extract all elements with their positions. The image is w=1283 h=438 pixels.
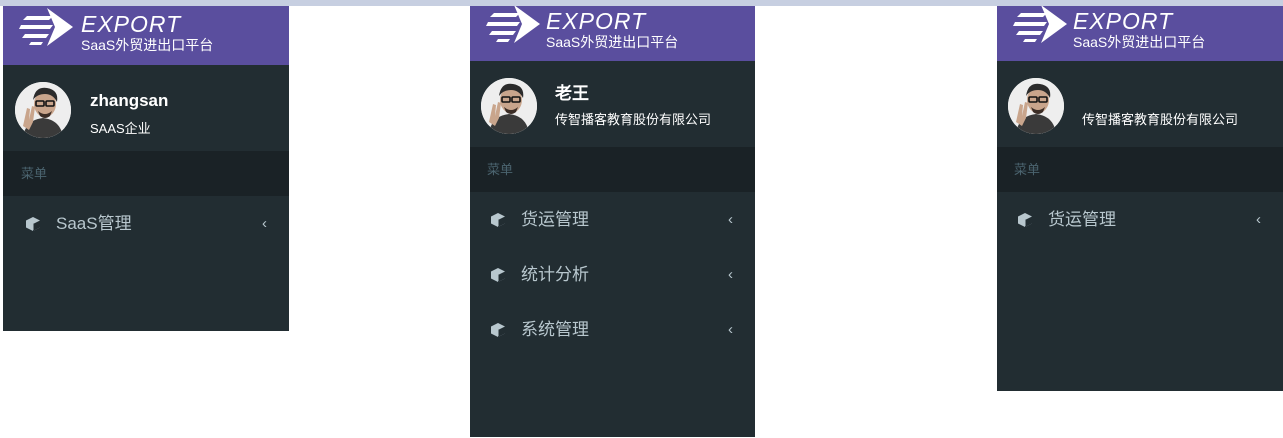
user-panel: 老王 传智播客教育股份有限公司 bbox=[470, 61, 755, 147]
avatar[interactable] bbox=[481, 78, 537, 134]
brand-word: EXPORT bbox=[1073, 8, 1174, 34]
export-logo-icon bbox=[1013, 6, 1069, 45]
brand-header[interactable]: EXPORT SaaS外贸进出口平台 bbox=[470, 6, 755, 61]
menu-item-saas-management[interactable]: SaaS管理 ‹ bbox=[3, 196, 289, 251]
sidebar-panel-2: EXPORT SaaS外贸进出口平台 老王 传智播客教育股份有限公司 菜单 货运… bbox=[470, 6, 755, 437]
menu-item-label: SaaS管理 bbox=[56, 214, 132, 233]
menu-item-statistics[interactable]: 统计分析 ‹ bbox=[470, 247, 755, 302]
cube-icon bbox=[490, 212, 506, 228]
menu-header: 菜单 bbox=[997, 147, 1283, 192]
avatar[interactable] bbox=[15, 82, 71, 138]
brand-subtitle: SaaS外贸进出口平台 bbox=[1073, 34, 1206, 50]
cube-icon bbox=[490, 322, 506, 338]
menu-item-freight-management[interactable]: 货运管理 ‹ bbox=[470, 192, 755, 247]
chevron-left-icon: ‹ bbox=[728, 321, 733, 338]
cube-icon bbox=[490, 267, 506, 283]
user-panel: zhangsan SAAS企业 bbox=[3, 65, 289, 151]
brand-word: EXPORT bbox=[546, 8, 647, 34]
user-company: SAAS企业 bbox=[90, 121, 151, 136]
export-logo-icon bbox=[19, 6, 75, 48]
menu-item-system-management[interactable]: 系统管理 ‹ bbox=[470, 302, 755, 357]
menu-item-label: 货运管理 bbox=[521, 210, 589, 229]
cube-icon bbox=[1017, 212, 1033, 228]
chevron-left-icon: ‹ bbox=[1256, 211, 1261, 228]
menu-item-label: 系统管理 bbox=[521, 320, 589, 339]
brand-header[interactable]: EXPORT SaaS外贸进出口平台 bbox=[997, 6, 1283, 61]
sidebar-panel-1: EXPORT SaaS外贸进出口平台 zhangsan SAAS企业 菜单 Sa… bbox=[3, 6, 289, 331]
user-name: 老王 bbox=[555, 84, 589, 103]
user-company: 传智播客教育股份有限公司 bbox=[555, 112, 712, 127]
user-company: 传智播客教育股份有限公司 bbox=[1082, 112, 1239, 127]
menu-header: 菜单 bbox=[470, 147, 755, 192]
export-logo-icon bbox=[486, 6, 542, 45]
user-panel: 传智播客教育股份有限公司 bbox=[997, 61, 1283, 147]
user-name: zhangsan bbox=[90, 91, 169, 110]
chevron-left-icon: ‹ bbox=[262, 215, 267, 232]
menu-item-label: 统计分析 bbox=[521, 265, 589, 284]
brand-header[interactable]: EXPORT SaaS外贸进出口平台 bbox=[3, 6, 289, 65]
sidebar-panel-3: EXPORT SaaS外贸进出口平台 传智播客教育股份有限公司 菜单 货运管理 … bbox=[997, 6, 1283, 391]
menu-item-label: 货运管理 bbox=[1048, 210, 1116, 229]
brand-subtitle: SaaS外贸进出口平台 bbox=[546, 34, 679, 50]
avatar[interactable] bbox=[1008, 78, 1064, 134]
brand-word: EXPORT bbox=[81, 11, 182, 37]
chevron-left-icon: ‹ bbox=[728, 266, 733, 283]
menu-header: 菜单 bbox=[3, 151, 289, 196]
chevron-left-icon: ‹ bbox=[728, 211, 733, 228]
menu-item-freight-management[interactable]: 货运管理 ‹ bbox=[997, 192, 1283, 247]
cube-icon bbox=[25, 216, 41, 232]
brand-subtitle: SaaS外贸进出口平台 bbox=[81, 37, 214, 53]
